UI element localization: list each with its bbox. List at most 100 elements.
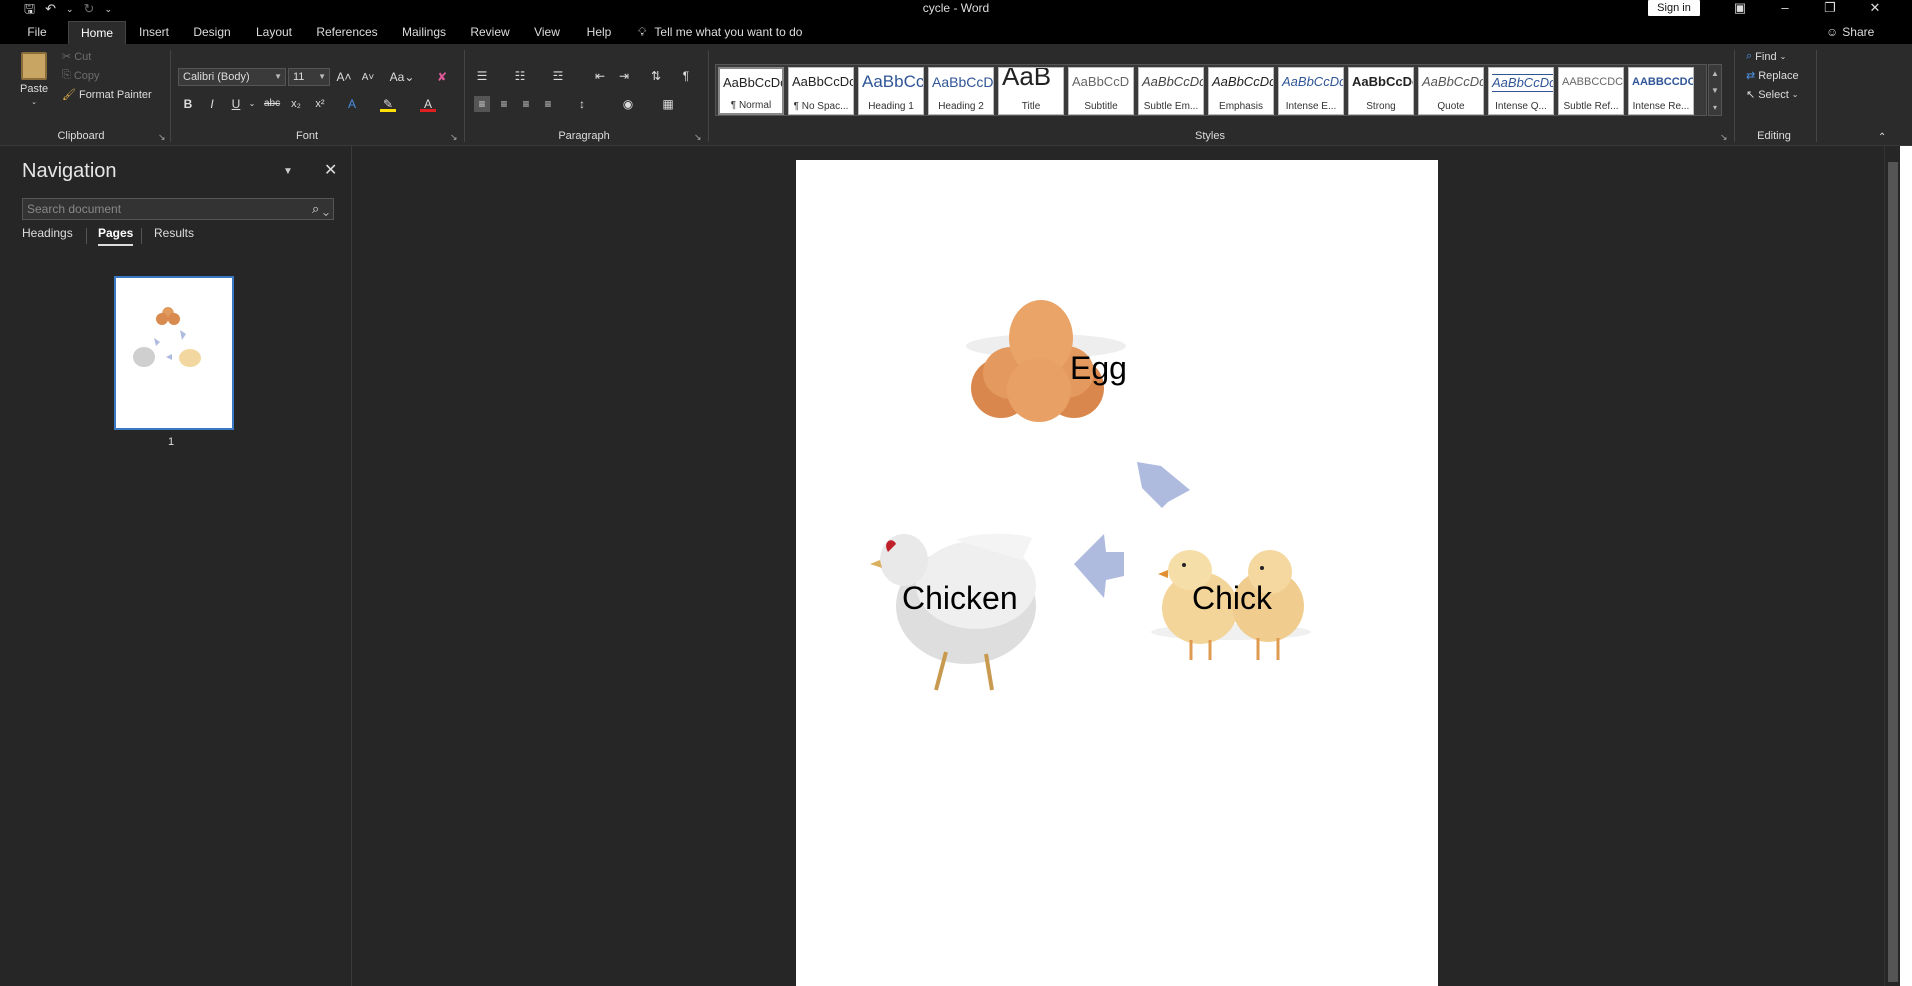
bullets-icon[interactable]: ☰ (474, 68, 490, 84)
multilevel-list-icon[interactable]: ☲ (550, 68, 566, 84)
bold-icon[interactable]: B (180, 96, 196, 112)
style-normal[interactable]: AaBbCcDc ¶ Normal (718, 67, 784, 115)
group-divider (1734, 50, 1735, 142)
style-no-spacing[interactable]: AaBbCcDc ¶ No Spac... (788, 67, 854, 115)
align-center-icon[interactable]: ≡ (496, 96, 512, 112)
style-quote[interactable]: AaBbCcDc Quote (1418, 67, 1484, 115)
text-effects-icon[interactable]: A (344, 96, 360, 112)
justify-icon[interactable]: ≡ (540, 96, 556, 112)
styles-scroll[interactable]: ▲ ▼ ▾ (1708, 64, 1722, 116)
style-subtle-reference[interactable]: AABBCCDC Subtle Ref... (1558, 67, 1624, 115)
style-preview: AaBbCcDc (1352, 74, 1414, 89)
change-case-button[interactable]: Aa⌄ (388, 69, 416, 85)
replace-button[interactable]: ⇄ Replace (1746, 69, 1799, 83)
clipboard-launcher-icon[interactable]: ↘ (158, 132, 166, 143)
nav-tab-results[interactable]: Results (154, 226, 194, 240)
tab-layout[interactable]: Layout (254, 21, 294, 44)
clear-formatting-icon[interactable]: ✘ (434, 69, 450, 85)
page-thumbnail[interactable] (114, 276, 234, 430)
restore-icon[interactable]: ❐ (1815, 0, 1845, 18)
tab-references[interactable]: References (316, 21, 378, 44)
search-icon[interactable]: ⌕ ⌄ (312, 201, 329, 217)
italic-icon[interactable]: I (204, 96, 220, 112)
style-heading-2[interactable]: AaBbCcD Heading 2 (928, 67, 994, 115)
grow-font-icon[interactable]: A˄ (336, 69, 352, 85)
superscript-icon[interactable]: x² (312, 96, 328, 112)
change-case-label: Aa (389, 70, 405, 84)
increase-indent-icon[interactable]: ⇥ (616, 68, 632, 84)
ribbon: Paste ⌄ ✂ Cut ⎘ Copy 🖌︎ Format Painter Clip… (0, 44, 1912, 146)
scroll-up-icon[interactable]: ▲ (1709, 65, 1721, 82)
sign-in-button[interactable]: Sign in (1648, 0, 1700, 16)
chicken-label: Chicken (902, 580, 1018, 616)
decrease-indent-icon[interactable]: ⇤ (592, 68, 608, 84)
styles-launcher-icon[interactable]: ↘ (1720, 132, 1728, 143)
style-strong[interactable]: AaBbCcDc Strong (1348, 67, 1414, 115)
share-button[interactable]: ☺ Share (1826, 21, 1874, 44)
paste-button[interactable]: Paste ⌄ (20, 52, 48, 106)
scroll-down-icon[interactable]: ▼ (1709, 82, 1721, 99)
cut-button[interactable]: ✂ Cut (62, 50, 91, 64)
style-name: Subtle Em... (1143, 101, 1199, 112)
search-document-input[interactable]: Search document ⌕ ⌄ (22, 198, 334, 220)
close-icon[interactable]: ✕ (1860, 0, 1890, 18)
nav-tab-pages[interactable]: Pages (98, 226, 134, 246)
collapse-ribbon-icon[interactable]: ⌃ (1878, 132, 1886, 143)
style-intense-emphasis[interactable]: AaBbCcDc Intense E... (1278, 67, 1344, 115)
style-subtitle[interactable]: AaBbCcD Subtitle (1068, 67, 1134, 115)
tell-me-box[interactable]: 💡︎ Tell me what you want to do (638, 21, 802, 44)
close-pane-icon[interactable]: ✕ (324, 160, 337, 180)
numbering-icon[interactable]: ☷ (512, 68, 528, 84)
tab-view[interactable]: View (532, 21, 562, 44)
style-heading-1[interactable]: AaBbCc Heading 1 (858, 67, 924, 115)
tab-design[interactable]: Design (192, 21, 232, 44)
style-intense-quote[interactable]: AaBbCcDc Intense Q... (1488, 67, 1554, 115)
borders-icon[interactable]: ▦ (660, 96, 676, 112)
font-launcher-icon[interactable]: ↘ (450, 132, 458, 143)
font-name-combo[interactable]: Calibri (Body) ▼ (178, 68, 286, 86)
align-left-icon[interactable]: ≡ (474, 96, 490, 112)
minimize-icon[interactable]: – (1770, 0, 1800, 18)
egg-label: Egg (1070, 350, 1127, 386)
scrollbar-thumb[interactable] (1888, 162, 1898, 982)
show-formatting-icon[interactable]: ¶ (678, 68, 694, 84)
thumbnail-diagram (133, 307, 201, 367)
shading-icon[interactable]: ◉ (620, 96, 636, 112)
highlight-icon[interactable]: ✎ (380, 96, 396, 112)
pane-options-icon[interactable]: ▼ (283, 166, 293, 177)
find-button[interactable]: ⌕ Find ⌄ (1746, 50, 1786, 63)
underline-icon[interactable]: U (228, 96, 244, 112)
format-painter-button[interactable]: 🖌︎ Format Painter (62, 88, 152, 102)
ribbon-display-options-icon[interactable]: ▣ (1725, 0, 1755, 18)
tab-mailings[interactable]: Mailings (400, 21, 448, 44)
subscript-icon[interactable]: x₂ (288, 96, 304, 112)
font-color-icon[interactable]: A (420, 96, 436, 112)
chick-label: Chick (1192, 580, 1273, 616)
style-title[interactable]: AaB Title (998, 67, 1064, 115)
copy-button[interactable]: ⎘ Copy (62, 69, 100, 82)
style-emphasis[interactable]: AaBbCcDc Emphasis (1208, 67, 1274, 115)
arrow-egg-to-chick (1137, 462, 1190, 508)
line-spacing-icon[interactable]: ↕ (574, 96, 590, 112)
select-button[interactable]: ↖ Select ⌄ (1746, 88, 1799, 102)
tab-insert[interactable]: Insert (138, 21, 170, 44)
style-intense-reference[interactable]: AABBCCDC Intense Re... (1628, 67, 1694, 115)
sort-icon[interactable]: ⇅ (648, 68, 664, 84)
tab-file[interactable]: File (24, 21, 50, 44)
paragraph-launcher-icon[interactable]: ↘ (694, 132, 702, 143)
more-styles-icon[interactable]: ▾ (1709, 99, 1721, 116)
tab-home[interactable]: Home (68, 21, 126, 44)
shrink-font-icon[interactable]: A˅ (360, 70, 376, 86)
tab-help[interactable]: Help (584, 21, 614, 44)
style-subtle-emphasis[interactable]: AaBbCcDc Subtle Em... (1138, 67, 1204, 115)
strikethrough-icon[interactable]: abc (264, 96, 280, 112)
vertical-scrollbar[interactable] (1884, 146, 1900, 986)
document-page[interactable]: Egg Chick Chicken (796, 160, 1438, 986)
font-size-combo[interactable]: 11 ▼ (288, 68, 330, 86)
chevron-down-icon[interactable]: ⌄ (244, 96, 260, 112)
tab-review[interactable]: Review (470, 21, 510, 44)
chicken-thumb (133, 347, 155, 367)
style-preview: AaBbCc (862, 72, 924, 91)
nav-tab-headings[interactable]: Headings (22, 226, 73, 240)
align-right-icon[interactable]: ≡ (518, 96, 534, 112)
